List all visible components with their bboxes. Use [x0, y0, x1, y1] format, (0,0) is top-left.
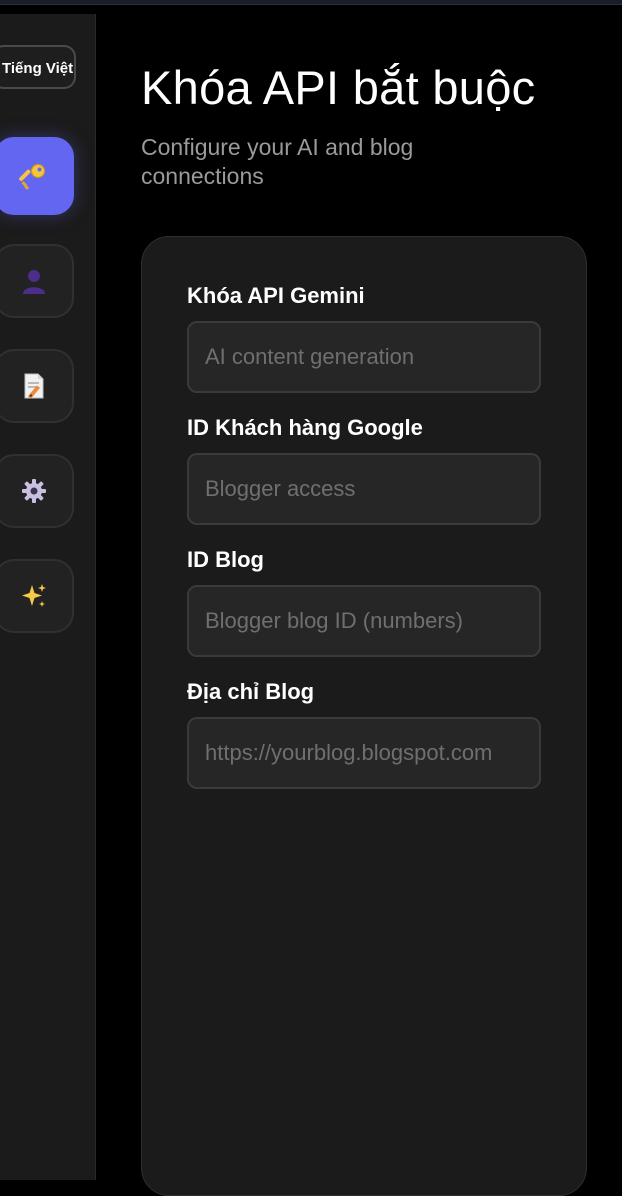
nav-ai-button[interactable] — [0, 559, 74, 633]
api-keys-form-card: Khóa API Gemini ID Khách hàng Google ID … — [141, 236, 587, 1196]
window-top-bar — [0, 0, 622, 5]
blog-url-input[interactable] — [187, 717, 541, 789]
gemini-api-key-input[interactable] — [187, 321, 541, 393]
nav-settings-button[interactable] — [0, 454, 74, 528]
gemini-api-key-label: Khóa API Gemini — [187, 283, 365, 308]
sparkles-icon — [19, 581, 49, 611]
key-icon — [19, 161, 49, 191]
blog-url-label: Địa chỉ Blog — [187, 679, 315, 704]
language-selector-button[interactable]: Tiếng Việt — [0, 45, 76, 89]
google-client-id-label: ID Khách hàng Google — [187, 415, 423, 440]
user-icon — [20, 267, 48, 295]
memo-icon — [20, 372, 48, 400]
blog-id-label: ID Blog — [187, 547, 264, 572]
page-title: Khóa API bắt buộc — [141, 61, 536, 114]
gear-icon — [20, 477, 48, 505]
nav-profile-button[interactable] — [0, 244, 74, 318]
nav-api-keys-button[interactable] — [0, 137, 74, 215]
blog-id-input[interactable] — [187, 585, 541, 657]
sidebar: Tiếng Việt — [0, 14, 96, 1180]
nav-posts-button[interactable] — [0, 349, 74, 423]
page-subtitle: Configure your AI and blog connections — [141, 134, 414, 189]
google-client-id-input[interactable] — [187, 453, 541, 525]
